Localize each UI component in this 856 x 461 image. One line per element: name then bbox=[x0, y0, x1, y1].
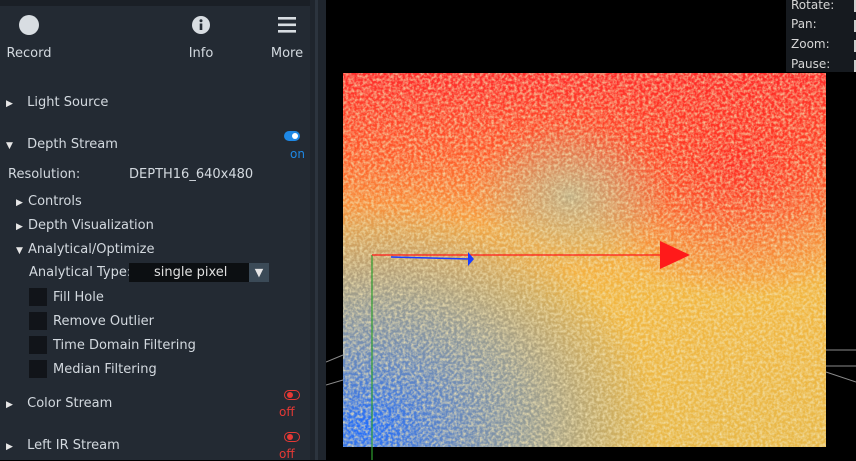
time-domain-filtering-label: Time Domain Filtering bbox=[53, 338, 196, 353]
collapsed-triangle-icon: ▶ bbox=[6, 99, 13, 109]
fill-hole-checkbox[interactable] bbox=[29, 288, 47, 306]
remove-outlier-label: Remove Outlier bbox=[53, 314, 155, 329]
analytical-optimize-subsection[interactable]: ▼ Analytical/Optimize bbox=[16, 242, 155, 257]
left-ir-stream-state: off bbox=[279, 447, 295, 461]
collapsed-triangle-icon: ▶ bbox=[16, 198, 23, 208]
sidebar-top-strip bbox=[0, 0, 310, 6]
left-ir-stream-label: Left IR Stream bbox=[27, 438, 120, 453]
light-source-section[interactable]: ▶ Light Source bbox=[6, 95, 108, 110]
light-source-label: Light Source bbox=[27, 95, 109, 110]
depth-visualization-subsection[interactable]: ▶ Depth Visualization bbox=[16, 218, 154, 233]
control-sidebar: Record Info More ▶ Light Source ▼ Depth … bbox=[0, 0, 310, 461]
fill-hole-label: Fill Hole bbox=[53, 290, 104, 305]
info-label: Info bbox=[188, 46, 214, 61]
depth-stream-state: on bbox=[290, 147, 305, 161]
rotate-label: Rotate: bbox=[791, 0, 835, 12]
median-filtering-checkbox[interactable] bbox=[29, 360, 47, 378]
info-button[interactable]: Info bbox=[178, 12, 224, 61]
panel-splitter[interactable] bbox=[310, 0, 326, 460]
pause-label: Pause: bbox=[791, 57, 831, 71]
viewer-axes-overlay bbox=[326, 241, 856, 460]
zoom-label: Zoom: bbox=[791, 37, 830, 51]
analytical-optimize-label: Analytical/Optimize bbox=[28, 242, 155, 257]
collapsed-triangle-icon: ▶ bbox=[6, 400, 13, 410]
depth-stream-section[interactable]: ▼ Depth Stream bbox=[6, 137, 118, 152]
dropdown-arrow-icon[interactable]: ▼ bbox=[249, 263, 269, 282]
analytical-type-select[interactable]: single pixel ▼ bbox=[129, 263, 269, 282]
color-stream-toggle[interactable] bbox=[284, 390, 300, 400]
controls-label: Controls bbox=[28, 194, 82, 209]
left-ir-stream-section[interactable]: ▶ Left IR Stream bbox=[6, 438, 120, 453]
left-ir-stream-toggle[interactable] bbox=[284, 432, 300, 442]
depth-visualization-label: Depth Visualization bbox=[28, 218, 154, 233]
record-button[interactable]: Record bbox=[0, 12, 58, 61]
record-label: Record bbox=[6, 46, 52, 61]
x-axis bbox=[372, 241, 690, 269]
color-stream-label: Color Stream bbox=[27, 396, 113, 411]
collapsed-triangle-icon: ▶ bbox=[6, 442, 13, 452]
hamburger-menu-icon bbox=[277, 16, 297, 38]
color-stream-section[interactable]: ▶ Color Stream bbox=[6, 396, 112, 411]
depth-stream-toggle[interactable] bbox=[284, 131, 300, 141]
y-axis bbox=[390, 252, 474, 266]
time-domain-filtering-checkbox[interactable] bbox=[29, 336, 47, 354]
resolution-label: Resolution: bbox=[8, 167, 81, 182]
controls-subsection[interactable]: ▶ Controls bbox=[16, 194, 82, 209]
pan-label: Pan: bbox=[791, 17, 817, 31]
depth-stream-label: Depth Stream bbox=[27, 137, 118, 152]
expanded-triangle-icon: ▼ bbox=[16, 246, 23, 256]
viewer-controls-legend: Rotate: Pan: Zoom: Pause: bbox=[786, 0, 856, 72]
more-label: More bbox=[270, 46, 304, 61]
analytical-type-value: single pixel bbox=[154, 265, 228, 280]
record-icon bbox=[18, 14, 40, 40]
median-filtering-label: Median Filtering bbox=[53, 362, 157, 377]
resolution-value[interactable]: DEPTH16_640x480 bbox=[129, 167, 253, 182]
more-button[interactable]: More bbox=[264, 12, 310, 61]
analytical-type-label: Analytical Type: bbox=[29, 265, 132, 280]
remove-outlier-checkbox[interactable] bbox=[29, 312, 47, 330]
collapsed-triangle-icon: ▶ bbox=[16, 222, 23, 232]
color-stream-state: off bbox=[279, 405, 295, 419]
expanded-triangle-icon: ▼ bbox=[6, 141, 13, 151]
info-icon bbox=[191, 15, 211, 39]
